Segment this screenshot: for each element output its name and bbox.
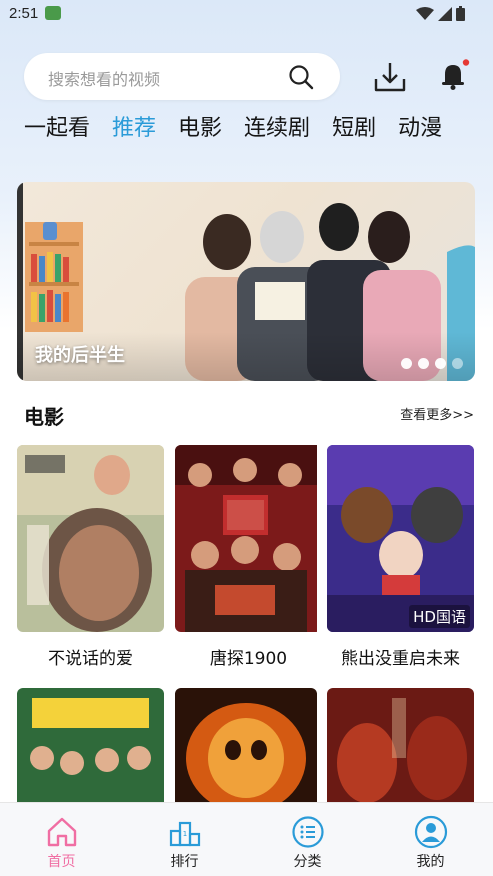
movie-poster[interactable] — [327, 688, 474, 802]
bottom-navigation: 首页 1 排行 分类 我的 — [0, 802, 493, 876]
search-placeholder: 搜索想看的视频 — [48, 70, 161, 89]
movie-card[interactable] — [175, 688, 322, 802]
notification-bell-icon[interactable] — [438, 59, 470, 91]
signal-icon — [438, 6, 452, 21]
movie-poster[interactable]: HD国语 — [327, 445, 474, 632]
status-time: 2:51 — [9, 5, 39, 22]
nav-label: 首页 — [47, 854, 76, 870]
movie-poster[interactable] — [17, 688, 164, 802]
movie-title: 不说话的爱 — [48, 649, 133, 669]
battery-icon — [456, 6, 465, 21]
poster-artwork — [17, 445, 164, 632]
profile-icon — [414, 815, 447, 849]
nav-category[interactable]: 分类 — [246, 803, 369, 876]
movie-poster[interactable] — [17, 445, 164, 632]
banner-dot[interactable] — [435, 358, 446, 369]
search-input[interactable]: 搜索想看的视频 — [24, 53, 340, 100]
banner-title: 我的后半生 — [35, 345, 125, 366]
poster-artwork — [17, 688, 164, 802]
movie-card[interactable] — [17, 688, 164, 802]
tab-series[interactable]: 连续剧 — [244, 112, 310, 146]
nav-profile[interactable]: 我的 — [369, 803, 492, 876]
banner-pagination — [401, 358, 463, 369]
hero-banner[interactable]: 我的后半生 — [17, 182, 475, 381]
poster-artwork — [175, 445, 317, 632]
nav-label: 排行 — [170, 854, 199, 870]
android-notification-icon — [45, 6, 61, 20]
see-more-link[interactable]: 查看更多>> — [400, 404, 474, 423]
movie-poster[interactable] — [175, 445, 322, 632]
poster-artwork — [327, 688, 474, 802]
movie-card[interactable] — [327, 688, 474, 802]
tab-short-drama[interactable]: 短剧 — [332, 112, 376, 146]
tab-yiqikan[interactable]: 一起看 — [24, 112, 90, 146]
banner-dot[interactable] — [452, 358, 463, 369]
poster-artwork — [327, 445, 474, 632]
status-icons — [416, 6, 465, 21]
home-icon — [47, 817, 76, 847]
poster-artwork — [175, 688, 317, 802]
wifi-icon — [416, 6, 434, 20]
nav-ranking[interactable]: 1 排行 — [123, 803, 246, 876]
category-icon — [291, 816, 324, 848]
download-icon[interactable] — [373, 61, 407, 93]
nav-label: 分类 — [293, 854, 322, 870]
movie-card[interactable]: 不说话的爱 — [17, 445, 164, 669]
banner-dot[interactable] — [401, 358, 412, 369]
movie-poster[interactable] — [175, 688, 317, 802]
movie-card[interactable]: 唐探1900 — [175, 445, 322, 669]
category-tabs: 一起看 推荐 电影 连续剧 短剧 动漫 — [24, 112, 464, 146]
tab-anime[interactable]: 动漫 — [398, 112, 442, 146]
tab-recommend[interactable]: 推荐 — [112, 112, 156, 146]
nav-label: 我的 — [416, 854, 445, 870]
banner-dot[interactable] — [418, 358, 429, 369]
nav-home[interactable]: 首页 — [0, 803, 123, 876]
notification-badge — [462, 59, 470, 66]
svg-text:1: 1 — [182, 830, 186, 838]
tab-movies[interactable]: 电影 — [178, 112, 222, 146]
movie-title: 熊出没重启未来 — [341, 649, 460, 669]
audio-badge: HD国语 — [409, 605, 470, 628]
status-bar: 2:51 — [0, 0, 493, 30]
ranking-icon: 1 — [169, 821, 200, 847]
section-title: 电影 — [24, 405, 64, 429]
movie-title: 唐探1900 — [209, 649, 288, 669]
search-icon[interactable] — [288, 64, 314, 90]
movie-card[interactable]: HD国语 熊出没重启未来 — [327, 445, 474, 669]
